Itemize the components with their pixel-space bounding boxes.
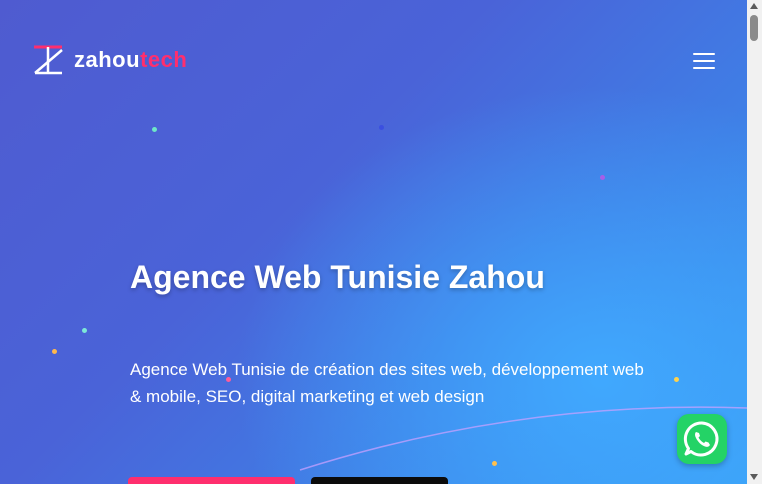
scrollbar[interactable]	[747, 0, 762, 484]
hero-title: Agence Web Tunisie Zahou	[130, 259, 545, 295]
decorative-dot	[152, 127, 157, 132]
decorative-dot	[492, 461, 497, 466]
logo-mark-icon	[34, 45, 63, 75]
secondary-cta-button[interactable]	[311, 477, 448, 484]
brand-logo[interactable]: zahoutech	[31, 44, 206, 78]
primary-cta-button[interactable]	[128, 477, 295, 484]
logo-text-accent: tech	[140, 47, 188, 72]
whatsapp-icon	[683, 421, 719, 457]
decorative-dot	[600, 175, 605, 180]
scrollbar-thumb[interactable]	[750, 15, 758, 41]
decorative-dot	[379, 125, 384, 130]
hero-description: Agence Web Tunisie de création des sites…	[130, 360, 644, 406]
decorative-dot	[52, 349, 57, 354]
decorative-dot	[82, 328, 87, 333]
hero-section: zahoutech Agence Web Tunisie Zahou Agenc…	[0, 0, 747, 484]
scroll-down-arrow-icon[interactable]	[750, 474, 758, 480]
hamburger-menu-icon[interactable]	[690, 50, 718, 72]
decorative-dot	[674, 377, 679, 382]
scroll-up-arrow-icon[interactable]	[750, 3, 758, 9]
logo-text-main: zahou	[74, 47, 141, 72]
whatsapp-chat-button[interactable]	[677, 414, 727, 464]
logo-wordmark: zahoutech	[74, 47, 187, 73]
